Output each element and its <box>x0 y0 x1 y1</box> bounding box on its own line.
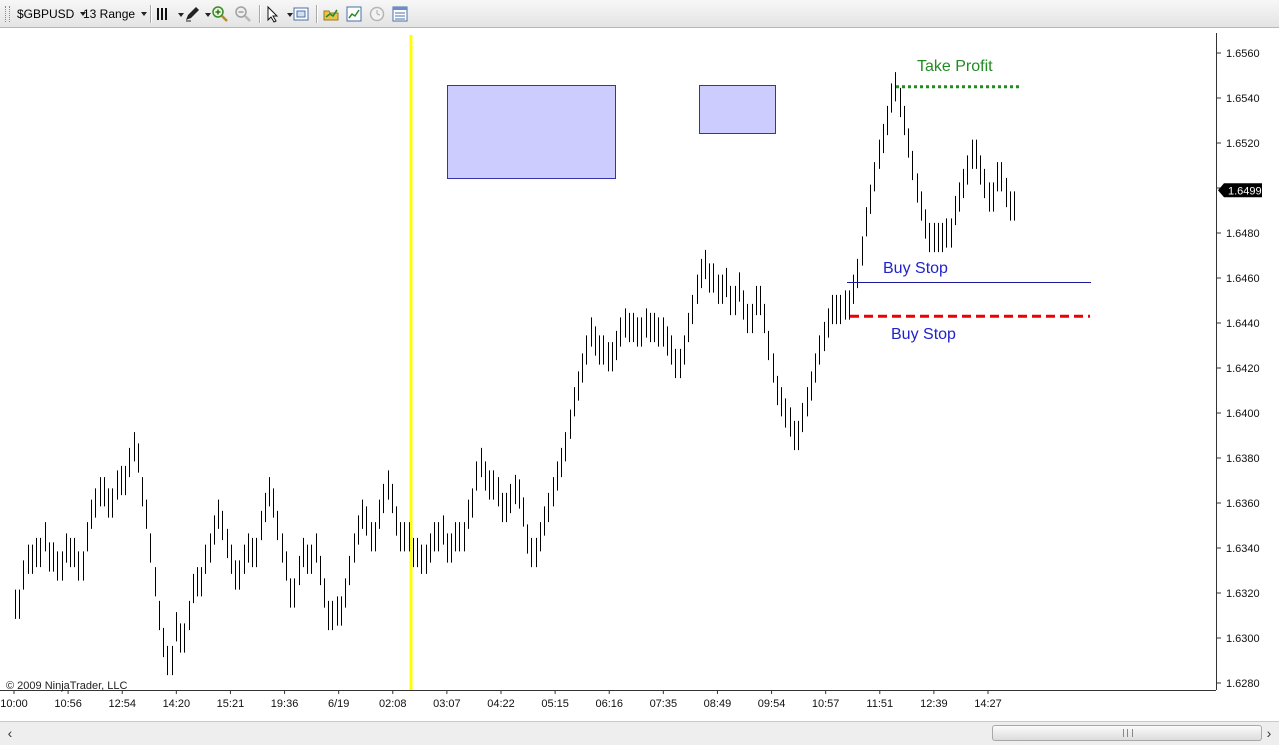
price-tick-label: 1.6360 <box>1226 498 1260 510</box>
current-price-label: 1.6499 <box>1228 185 1262 197</box>
scrollbar-thumb[interactable] <box>992 725 1262 741</box>
instrument-open-icon[interactable] <box>322 5 340 23</box>
price-tick-label: 1.6320 <box>1226 588 1260 600</box>
clock-icon[interactable] <box>368 5 386 23</box>
interval-selector[interactable]: 13 Range <box>80 3 150 24</box>
toolbar-grip[interactable] <box>5 6 10 22</box>
scroll-left-arrow-icon[interactable]: ‹ <box>3 725 17 741</box>
time-tick-label: 09:54 <box>758 698 786 710</box>
time-tick-label: 15:21 <box>217 698 245 710</box>
buy-stop-lower-label: Buy Stop <box>891 326 956 343</box>
data-box-icon[interactable] <box>292 5 310 23</box>
time-tick-label: 14:20 <box>163 698 191 710</box>
time-tick-label: 19:36 <box>271 698 299 710</box>
time-tick-label: 06:16 <box>595 698 623 710</box>
time-tick-label: 10:56 <box>54 698 82 710</box>
price-tick-label: 1.6440 <box>1226 318 1260 330</box>
instrument-selector[interactable]: $GBPUSD <box>14 3 89 24</box>
price-tick-label: 1.6280 <box>1226 678 1260 690</box>
copyright-notice: © 2009 NinjaTrader, LLC <box>6 680 128 692</box>
cursor-pointer-icon[interactable] <box>264 5 282 23</box>
price-tick-label: 1.6400 <box>1226 408 1260 420</box>
interval-label: 13 Range <box>83 6 136 21</box>
time-tick-label: 10:00 <box>0 698 28 710</box>
scroll-right-arrow-icon[interactable]: › <box>1262 725 1276 741</box>
time-tick-label: 04:22 <box>487 698 515 710</box>
price-tick-label: 1.6300 <box>1226 633 1260 645</box>
toolbar-separator <box>150 5 152 23</box>
take-profit-label: Take Profit <box>917 58 993 75</box>
time-tick-label: 14:27 <box>974 698 1002 710</box>
price-tick-label: 1.6480 <box>1226 228 1260 240</box>
drawn-rectangle-right[interactable] <box>699 85 776 134</box>
chart-properties-icon[interactable] <box>345 5 363 23</box>
bars-style-icon[interactable] <box>155 5 173 23</box>
data-grid-icon[interactable] <box>391 5 409 23</box>
price-tick-label: 1.6560 <box>1226 48 1260 60</box>
scrollbar-grip-icon <box>1123 729 1133 737</box>
chart-area[interactable]: 1.65601.65401.65201.65001.64801.64601.64… <box>0 28 1279 721</box>
zoom-in-icon[interactable] <box>211 5 229 23</box>
price-tick-label: 1.6340 <box>1226 543 1260 555</box>
time-tick-label: 08:49 <box>704 698 732 710</box>
time-tick-label: 07:35 <box>650 698 678 710</box>
buy-stop-upper-label: Buy Stop <box>883 260 948 277</box>
time-tick-label: 12:54 <box>108 698 136 710</box>
zoom-out-icon[interactable] <box>234 5 252 23</box>
time-tick-label: 05:15 <box>541 698 569 710</box>
pencil-draw-icon[interactable] <box>183 5 201 23</box>
chart-toolbar: $GBPUSD 13 Range <box>0 0 1279 28</box>
time-tick-label: 02:08 <box>379 698 407 710</box>
toolbar-separator <box>316 5 318 23</box>
price-tick-label: 1.6460 <box>1226 273 1260 285</box>
instrument-label: $GBPUSD <box>17 6 75 21</box>
time-tick-label: 03:07 <box>433 698 461 710</box>
price-tick-label: 1.6420 <box>1226 363 1260 375</box>
price-tick-label: 1.6380 <box>1226 453 1260 465</box>
time-tick-label: 6/19 <box>328 698 349 710</box>
chevron-down-icon <box>141 11 148 16</box>
price-tick-label: 1.6540 <box>1226 93 1260 105</box>
drawn-rectangle-left[interactable] <box>447 85 616 179</box>
time-tick-label: 11:51 <box>866 698 893 710</box>
horizontal-scrollbar[interactable]: ‹ › <box>0 721 1279 745</box>
price-chart[interactable]: 1.65601.65401.65201.65001.64801.64601.64… <box>0 28 1279 721</box>
time-tick-label: 10:57 <box>812 698 840 710</box>
price-tick-label: 1.6520 <box>1226 138 1260 150</box>
time-tick-label: 12:39 <box>920 698 948 710</box>
toolbar-separator <box>259 5 261 23</box>
